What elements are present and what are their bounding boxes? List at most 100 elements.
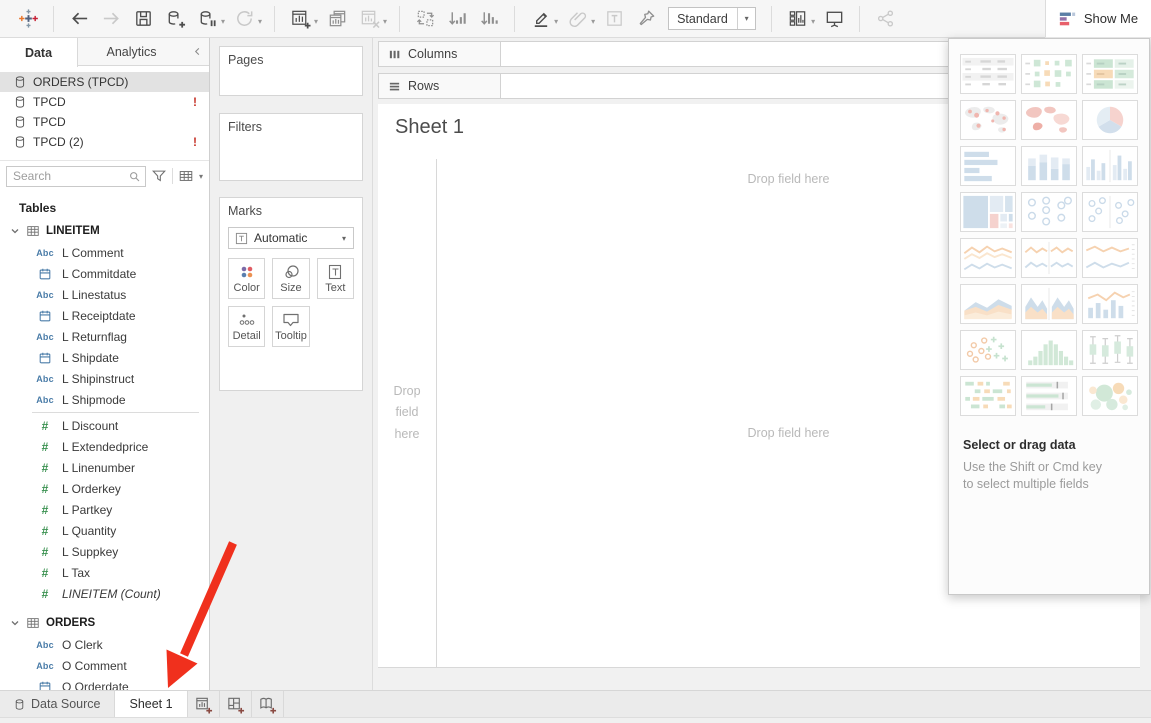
showme-circle-views [1021,192,1077,232]
filter-fields-icon[interactable] [151,168,167,184]
number-field-icon: # [36,545,54,559]
field-item[interactable]: AbcL Shipinstruct [0,368,209,389]
table-header-orders[interactable]: ORDERS [0,612,209,634]
detail-icon [236,312,258,328]
search-row: ▾ [0,161,209,191]
mark-button-text[interactable]: Text [317,258,354,299]
status-bar [0,717,1151,723]
field-item[interactable]: #L Orderkey [0,478,209,499]
field-item[interactable]: #LINEITEM (Count) [0,583,209,604]
field-item[interactable]: #L Partkey [0,499,209,520]
number-field-icon: # [36,524,54,538]
field-item[interactable]: AbcL Linestatus [0,284,209,305]
swap-rows-columns-icon[interactable] [413,7,437,31]
number-field-icon: # [36,419,54,433]
save-icon[interactable] [131,7,155,31]
new-worksheet-button[interactable] [188,691,220,717]
field-item[interactable]: #L Suppkey [0,541,209,562]
size-icon [280,264,302,280]
field-item[interactable]: Abc O Comment [0,655,209,676]
data-source-item[interactable]: ORDERS (TPCD) [0,72,209,92]
view-as-grid-icon[interactable] [178,168,194,184]
fit-selector-caret-icon[interactable]: ▾ [737,8,755,29]
redo-icon [99,7,123,31]
field-item[interactable]: L Shipdate [0,347,209,368]
show-me-hint: Select or drag data Use the Shift or Cmd… [963,438,1135,493]
field-item[interactable]: AbcL Shipmode [0,389,209,410]
mark-type-caret-icon: ▾ [335,228,353,248]
tab-data[interactable]: Data [0,38,78,67]
collapse-pane-icon[interactable] [185,38,209,65]
duplicate-sheet-icon[interactable] [325,7,349,31]
tab-sheet-1[interactable]: Sheet 1 [115,691,187,717]
table-header-lineitem[interactable]: LINEITEM [0,220,209,242]
new-worksheet-caret-icon[interactable]: ▾ [314,17,318,26]
data-source-label: ORDERS (TPCD) [33,75,128,89]
new-data-source-icon[interactable] [163,7,187,31]
string-field-icon: Abc [36,661,54,671]
sort-ascending-icon[interactable] [445,7,469,31]
field-item[interactable]: O Orderdate [0,676,209,690]
pages-card[interactable]: Pages [219,46,363,96]
showme-filled-map [1021,100,1077,140]
pause-auto-updates-icon[interactable] [195,7,219,31]
search-input[interactable] [7,169,128,183]
data-source-item[interactable]: TPCD! [0,92,209,112]
new-worksheet-icon[interactable] [288,7,312,31]
new-story-button[interactable] [252,691,284,717]
field-item[interactable]: AbcO Clerk [0,634,209,655]
fix-axes-icon[interactable] [634,7,658,31]
field-item[interactable]: AbcL Comment [0,242,209,263]
chevron-down-icon[interactable] [10,618,20,628]
tooltip-icon [280,312,302,328]
mark-button-detail[interactable]: Detail [228,306,265,347]
field-label: LINEITEM (Count) [62,587,161,601]
pause-auto-updates-caret-icon[interactable]: ▾ [221,17,225,26]
field-item[interactable]: #L Tax [0,562,209,583]
field-item[interactable]: L Commitdate [0,263,209,284]
field-label: O Comment [62,659,127,673]
filters-card[interactable]: Filters [219,113,363,181]
data-source-item[interactable]: TPCD [0,112,209,132]
data-source-label: TPCD (2) [33,135,84,149]
mark-type-dropdown[interactable]: Automatic ▾ [228,227,354,249]
refresh-data-icon [232,7,256,31]
tab-analytics[interactable]: Analytics [78,38,185,65]
showme-continuous-lines [960,238,1016,278]
tab-data-source[interactable]: Data Source [0,691,115,717]
field-item[interactable]: #L Linenumber [0,457,209,478]
toolbar: ▾▾▾▾▾▾Standard▾▾ [0,0,1151,38]
mark-button-tooltip[interactable]: Tooltip [272,306,309,347]
show-hide-cards-caret-icon[interactable]: ▾ [811,17,815,26]
data-source-error-icon: ! [193,95,197,109]
toolbar-separator [859,6,860,32]
rows-shelf-header: Rows [378,73,501,99]
highlight-caret-icon[interactable]: ▾ [554,17,558,26]
field-item[interactable]: #L Extendedprice [0,436,209,457]
data-source-item[interactable]: TPCD (2)! [0,132,209,152]
showme-packed-bubbles [1082,376,1138,416]
drop-zone-rows[interactable]: Drop field here [378,159,437,667]
view-options-caret-icon[interactable]: ▾ [199,172,203,181]
show-me-hint-title: Select or drag data [963,438,1135,452]
field-item[interactable]: L Receiptdate [0,305,209,326]
undo-icon[interactable] [67,7,91,31]
mark-button-size[interactable]: Size [272,258,309,299]
fit-selector[interactable]: Standard▾ [668,7,756,30]
show-me-button[interactable]: Show Me [1045,0,1151,38]
field-item[interactable]: AbcL Returnflag [0,326,209,347]
field-item[interactable]: #L Discount [0,415,209,436]
toolbar-separator [399,6,400,32]
show-hide-cards-icon[interactable] [785,7,809,31]
chevron-down-icon[interactable] [10,226,20,236]
rows-icon [388,80,401,93]
new-dashboard-button[interactable] [220,691,252,717]
string-field-icon: Abc [36,248,54,258]
highlight-icon[interactable] [528,7,552,31]
sort-descending-icon[interactable] [477,7,501,31]
database-icon [14,698,25,711]
field-item[interactable]: #L Quantity [0,520,209,541]
mark-button-color[interactable]: Color [228,258,265,299]
marks-buttons: ColorSizeText DetailTooltip [228,258,354,347]
presentation-mode-icon[interactable] [822,7,846,31]
